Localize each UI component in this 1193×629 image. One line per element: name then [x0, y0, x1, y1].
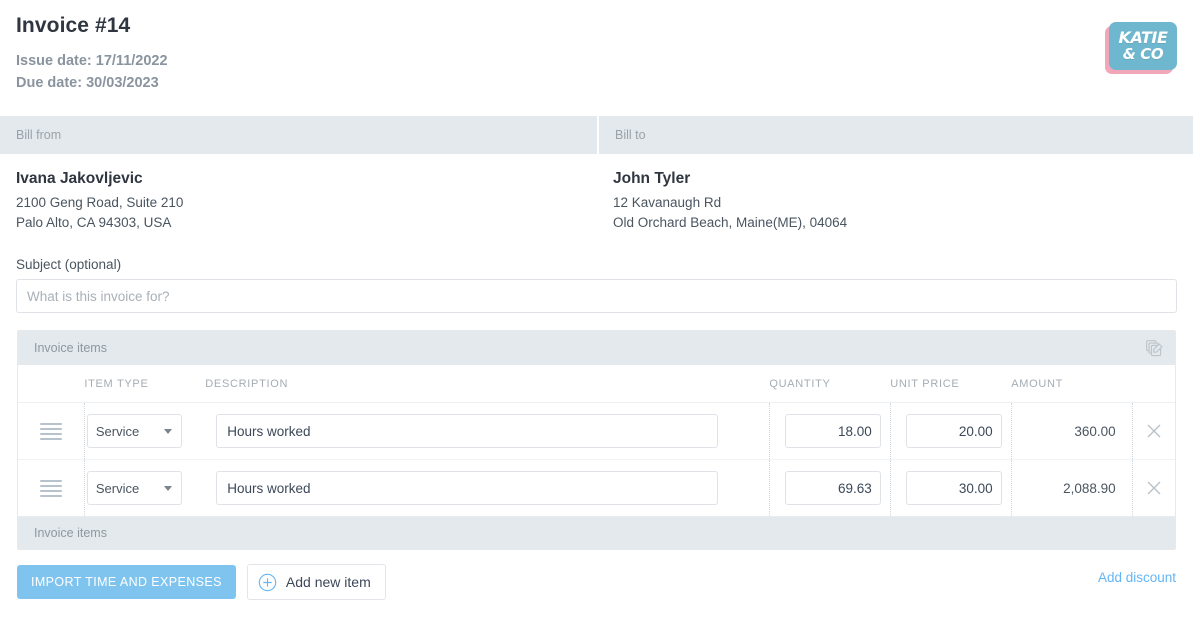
- row-delete-cell[interactable]: [1131, 459, 1175, 517]
- drag-handle-icon[interactable]: [39, 422, 62, 440]
- unit-price-input[interactable]: [905, 414, 1002, 448]
- invoice-items-footer-label: Invoice items: [34, 526, 107, 540]
- subject-input[interactable]: [16, 279, 1177, 313]
- company-logo[interactable]: KATIE & CO: [1105, 22, 1177, 74]
- bill-to-label: Bill to: [597, 116, 1193, 154]
- subject-section: Subject (optional): [0, 243, 1193, 313]
- description-input[interactable]: [216, 414, 719, 448]
- page-title: Invoice #14: [16, 14, 131, 37]
- row-delete-cell[interactable]: [1131, 402, 1175, 460]
- bill-body: Ivana Jakovljevic 2100 Geng Road, Suite …: [0, 154, 1193, 243]
- add-new-item-label: Add new item: [285, 574, 371, 590]
- invoice-items-table: ITEM TYPE DESCRIPTION QUANTITY UNIT PRIC…: [18, 365, 1175, 517]
- bill-to-line2: Old Orchard Beach, Maine(ME), 04064: [613, 215, 848, 230]
- th-handle: [18, 365, 85, 403]
- close-icon[interactable]: [1137, 471, 1171, 505]
- row-item-type-cell: Service: [83, 402, 206, 460]
- add-discount-link[interactable]: Add discount: [1098, 570, 1176, 585]
- row-amount-value: 360.00: [1010, 402, 1133, 460]
- chevron-down-icon: [163, 486, 172, 491]
- row-unit-price-cell: [889, 459, 1012, 517]
- row-unit-price-cell: [889, 402, 1012, 460]
- row-drag-cell[interactable]: [18, 459, 85, 517]
- table-row: Service 360.00: [18, 402, 1175, 460]
- row-amount-value: 2,088.90: [1010, 459, 1133, 517]
- invoice-items-header-label: Invoice items: [34, 341, 107, 355]
- chevron-down-icon: [163, 429, 172, 434]
- add-new-item-button[interactable]: Add new item: [246, 564, 386, 600]
- quantity-input[interactable]: [784, 414, 881, 448]
- quantity-input[interactable]: [784, 471, 881, 505]
- logo-line-2: & CO: [1122, 45, 1164, 63]
- page-header: Invoice #14 Issue date: 17/11/2022 Due d…: [0, 0, 1193, 116]
- bill-from-name: Ivana Jakovljevic: [16, 170, 143, 187]
- table-header-row: ITEM TYPE DESCRIPTION QUANTITY UNIT PRIC…: [18, 365, 1175, 403]
- th-delete: [1132, 365, 1175, 403]
- subject-label: Subject (optional): [16, 257, 122, 272]
- copy-edit-icon[interactable]: [1143, 337, 1165, 359]
- th-quantity: QUANTITY: [769, 365, 891, 403]
- row-description-cell: [205, 459, 770, 517]
- th-description: DESCRIPTION: [205, 365, 770, 403]
- item-type-value: Service: [95, 423, 140, 439]
- bill-to-block[interactable]: John Tyler 12 Kavanaugh Rd Old Orchard B…: [597, 170, 1193, 233]
- logo-box: KATIE & CO: [1109, 22, 1177, 70]
- th-amount: AMOUNT: [1011, 365, 1133, 403]
- issue-date: Issue date: 17/11/2022: [16, 53, 168, 69]
- drag-handle-icon[interactable]: [39, 479, 62, 497]
- item-type-select[interactable]: Service: [86, 414, 182, 448]
- actions-bar: IMPORT TIME AND EXPENSES Add new item Ad…: [0, 550, 1193, 600]
- description-input[interactable]: [216, 471, 719, 505]
- bill-from-block[interactable]: Ivana Jakovljevic 2100 Geng Road, Suite …: [0, 170, 597, 233]
- invoice-items-card: Invoice items ITEM TYPE DESCRIPTION QUAN…: [17, 330, 1176, 550]
- invoice-items-footer-bar: Invoice items: [18, 517, 1175, 549]
- bill-from-line1: 2100 Geng Road, Suite 210: [16, 195, 184, 210]
- item-type-select[interactable]: Service: [86, 471, 182, 505]
- row-description-cell: [205, 402, 770, 460]
- row-drag-cell[interactable]: [18, 402, 85, 460]
- row-item-type-cell: Service: [83, 459, 206, 517]
- th-unit-price: UNIT PRICE: [890, 365, 1012, 403]
- plus-circle-icon: [258, 573, 277, 591]
- bill-from-line2: Palo Alto, CA 94303, USA: [16, 215, 172, 230]
- unit-price-input[interactable]: [905, 471, 1002, 505]
- close-icon[interactable]: [1137, 414, 1171, 448]
- th-item-type: ITEM TYPE: [84, 365, 206, 403]
- logo-line-1: KATIE: [1118, 28, 1168, 47]
- bill-from-label: Bill from: [16, 128, 62, 142]
- bill-to-name: John Tyler: [613, 170, 691, 187]
- invoice-items-header-bar: Invoice items: [18, 331, 1175, 365]
- item-type-value: Service: [95, 480, 140, 496]
- table-row: Service 2,088.90: [18, 459, 1175, 517]
- due-date: Due date: 30/03/2023: [16, 75, 159, 91]
- row-quantity-cell: [768, 402, 891, 460]
- import-time-and-expenses-button[interactable]: IMPORT TIME AND EXPENSES: [17, 565, 236, 599]
- row-quantity-cell: [768, 459, 891, 517]
- bill-band: Bill from Bill to: [0, 116, 1193, 154]
- bill-to-line1: 12 Kavanaugh Rd: [613, 195, 722, 210]
